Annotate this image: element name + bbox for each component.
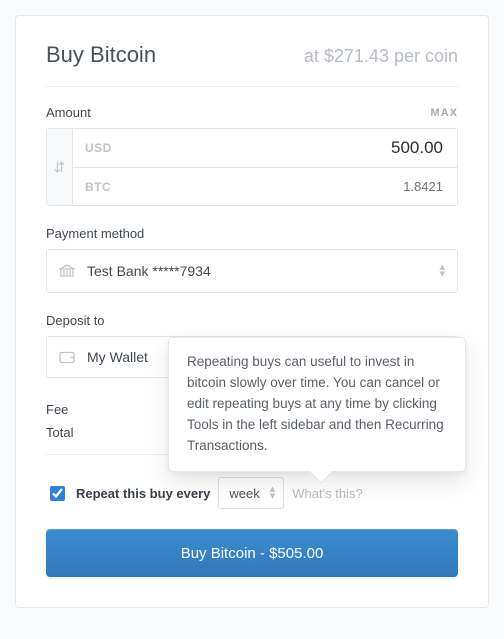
repeat-row: Repeat this buy every week ▴▾ What's thi…: [46, 477, 458, 509]
amount-input-btc[interactable]: [111, 178, 445, 195]
swap-vertical-icon: ⇵: [54, 159, 66, 176]
repeat-interval-select[interactable]: week ▴▾: [218, 477, 284, 509]
amount-header: Amount MAX: [46, 105, 458, 120]
coin-rate: at $271.43 per coin: [304, 46, 458, 67]
chevron-updown-icon: ▴▾: [270, 486, 276, 500]
amount-row-usd: USD: [73, 129, 457, 167]
currency-label-btc: BTC: [85, 180, 111, 194]
divider: [46, 86, 458, 87]
bank-icon: [59, 264, 75, 278]
repeat-interval-value: week: [229, 486, 259, 501]
repeat-label: Repeat this buy every: [76, 486, 210, 501]
amount-row-btc: BTC: [73, 167, 457, 205]
amount-box: ⇵ USD BTC: [46, 128, 458, 206]
deposit-to-value: My Wallet: [87, 349, 148, 365]
amount-rows: USD BTC: [73, 129, 457, 205]
deposit-to-label: Deposit to: [46, 313, 458, 328]
whats-this-link[interactable]: What's this?: [292, 486, 362, 501]
fee-label: Fee: [46, 402, 68, 417]
repeat-tooltip: Repeating buys can useful to invest in b…: [168, 337, 466, 472]
payment-method-select[interactable]: Test Bank *****7934 ▴▾: [46, 249, 458, 293]
repeat-checkbox[interactable]: [50, 486, 65, 501]
buy-button[interactable]: Buy Bitcoin - $505.00: [46, 529, 458, 577]
max-button[interactable]: MAX: [431, 107, 458, 119]
swap-currencies-button[interactable]: ⇵: [47, 129, 73, 205]
page-title: Buy Bitcoin: [46, 42, 156, 68]
amount-input-usd[interactable]: [112, 137, 445, 159]
wallet-icon: [59, 351, 75, 364]
payment-method-label: Payment method: [46, 226, 458, 241]
chevron-updown-icon: ▴▾: [439, 264, 445, 278]
currency-label-usd: USD: [85, 141, 112, 155]
amount-label: Amount: [46, 105, 91, 120]
buy-bitcoin-card: Buy Bitcoin at $271.43 per coin Amount M…: [15, 15, 489, 608]
total-label: Total: [46, 425, 73, 440]
header: Buy Bitcoin at $271.43 per coin: [46, 42, 458, 68]
repeat-tooltip-text: Repeating buys can useful to invest in b…: [187, 354, 444, 453]
payment-method-value: Test Bank *****7934: [87, 263, 211, 279]
